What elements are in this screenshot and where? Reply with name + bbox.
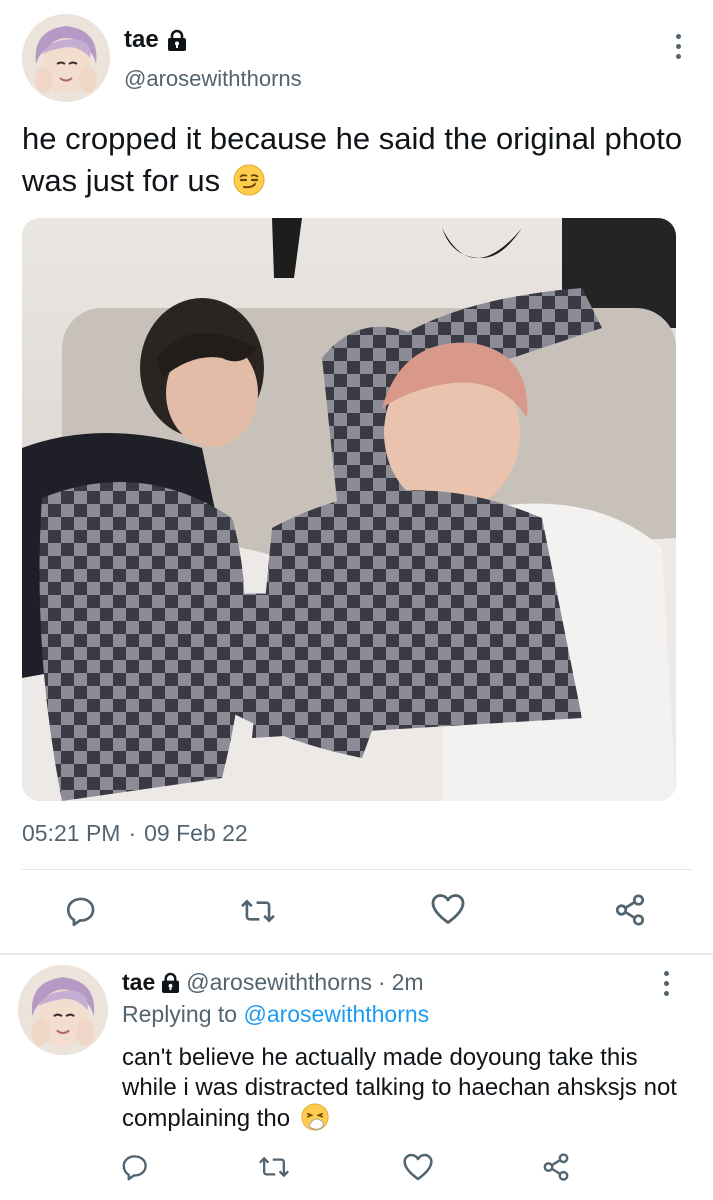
share-icon[interactable] bbox=[612, 893, 648, 927]
reply-handle[interactable]: @arosewiththorns bbox=[186, 969, 372, 996]
reply-tweet[interactable]: tae @arosewiththorns · 2m Replying to @a… bbox=[0, 955, 713, 1200]
share-icon[interactable] bbox=[540, 1152, 572, 1182]
main-tweet: tae @arosewiththorns he cropped it becau… bbox=[0, 0, 713, 955]
heart-icon[interactable] bbox=[430, 892, 466, 926]
reply-icon[interactable] bbox=[120, 1152, 150, 1182]
tweet-text-content: he cropped it because he said the origin… bbox=[22, 121, 683, 198]
divider bbox=[22, 869, 692, 870]
heart-icon[interactable] bbox=[402, 1152, 434, 1182]
reply-header[interactable]: tae @arosewiththorns · 2m bbox=[122, 969, 424, 996]
replying-to-label: Replying to bbox=[122, 1001, 238, 1027]
reply-display-name[interactable]: tae bbox=[122, 969, 155, 996]
reply-text: can't believe he actually made doyoung t… bbox=[122, 1043, 692, 1139]
smirking-face-emoji bbox=[233, 164, 265, 207]
tweet-text: he cropped it because he said the origin… bbox=[22, 118, 692, 207]
lock-icon bbox=[161, 972, 180, 993]
reply-author-avatar[interactable] bbox=[18, 965, 108, 1055]
more-options-icon[interactable] bbox=[668, 34, 688, 59]
reply-time-separator: · bbox=[377, 969, 386, 995]
author-avatar[interactable] bbox=[22, 14, 110, 102]
author-display-name[interactable]: tae bbox=[124, 26, 159, 54]
retweet-icon[interactable] bbox=[240, 894, 276, 928]
timestamp-separator: · bbox=[128, 820, 137, 846]
reply-text-content: can't believe he actually made doyoung t… bbox=[122, 1044, 677, 1132]
author-handle[interactable]: @arosewiththorns bbox=[124, 66, 302, 92]
reply-icon[interactable] bbox=[64, 894, 98, 928]
replying-to-line: Replying to @arosewiththorns bbox=[122, 1001, 429, 1028]
replying-to-mention[interactable]: @arosewiththorns bbox=[243, 1001, 429, 1027]
reply-more-options-icon[interactable] bbox=[656, 971, 676, 996]
tweet-timestamp[interactable]: 05:21 PM · 09 Feb 22 bbox=[22, 820, 248, 847]
sneezing-face-emoji bbox=[301, 1103, 329, 1139]
author-name-row[interactable]: tae bbox=[124, 26, 187, 54]
reply-time-ago[interactable]: 2m bbox=[392, 969, 424, 996]
lock-icon bbox=[167, 29, 187, 51]
tweet-photo[interactable] bbox=[22, 218, 676, 801]
tweet-time: 05:21 PM bbox=[22, 820, 121, 846]
retweet-icon[interactable] bbox=[258, 1152, 290, 1182]
tweet-date: 09 Feb 22 bbox=[144, 820, 248, 846]
